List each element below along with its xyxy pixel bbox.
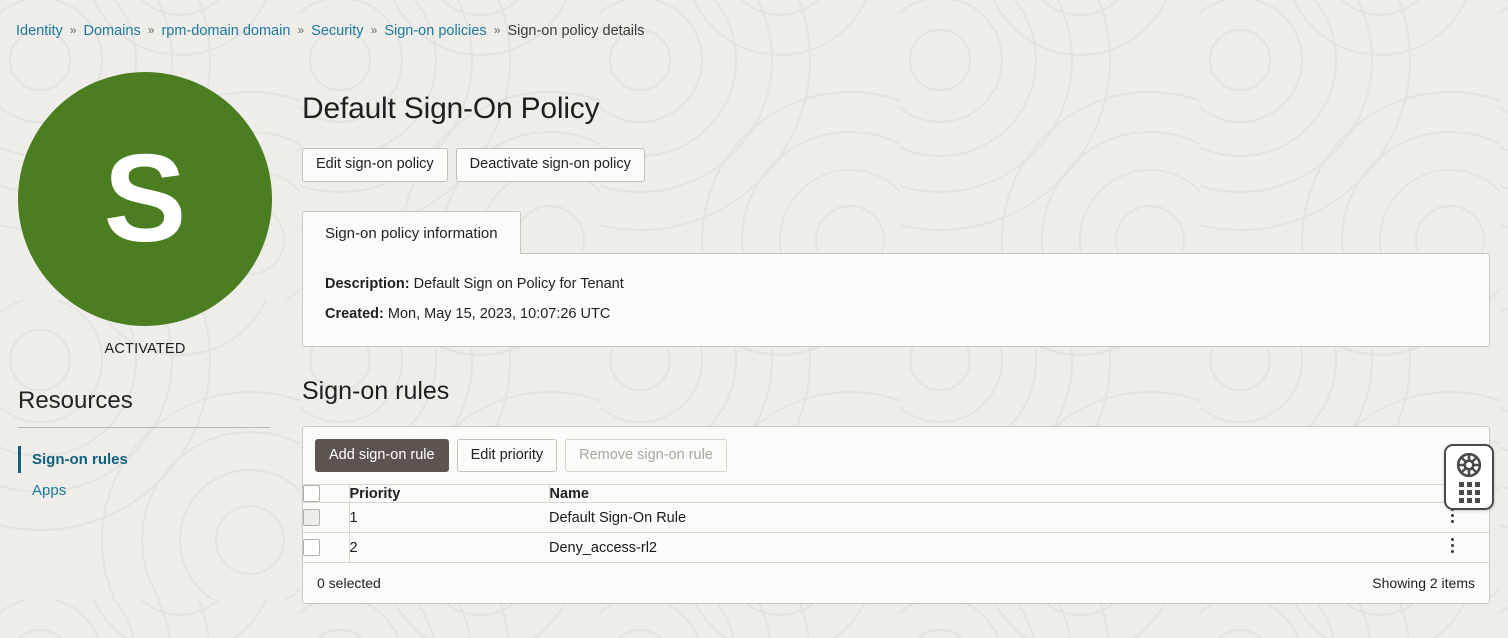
row-actions-cell (1447, 532, 1489, 562)
row-menu-icon[interactable] (1447, 533, 1458, 558)
tab-label: Sign-on policy information (325, 224, 498, 242)
row-select-cell (303, 502, 350, 533)
table-toolbar: Add sign-on rule Edit priority Remove si… (303, 427, 1489, 485)
sidebar-item-sign-on-rules[interactable]: Sign-on rules (0, 444, 290, 475)
sign-on-rules-table-card: Add sign-on rule Edit priority Remove si… (302, 425, 1490, 604)
select-all-header (303, 484, 350, 503)
avatar: S (18, 72, 272, 326)
selected-count: 0 selected (317, 575, 381, 591)
breadcrumb-item-rpm-domain[interactable]: rpm-domain domain (161, 23, 290, 39)
column-header-name[interactable]: Name (549, 484, 1447, 503)
policy-description-line: Description: Default Sign on Policy for … (325, 276, 1467, 292)
row-priority: 2 (349, 532, 549, 562)
resources-title: Resources (18, 387, 133, 414)
tab-bar: Sign-on policy information (302, 210, 1490, 254)
policy-created-label: Created: (325, 305, 384, 322)
breadcrumb-separator: » (69, 23, 77, 37)
life-ring-icon[interactable] (1456, 452, 1482, 478)
showing-count: Showing 2 items (1372, 575, 1475, 591)
policy-description-label: Description: (325, 275, 410, 292)
column-header-priority[interactable]: Priority (349, 484, 550, 503)
sign-on-rules-table: Priority Name 1 Default Sign-On Rule 2 D… (303, 484, 1489, 562)
policy-info-card: Sign-on policy information Description: … (302, 210, 1490, 347)
breadcrumb-item-security[interactable]: Security (311, 23, 363, 39)
tab-sign-on-policy-information[interactable]: Sign-on policy information (302, 210, 521, 254)
policy-created-line: Created: Mon, May 15, 2023, 10:07:26 UTC (325, 306, 1467, 322)
sign-on-rules-heading: Sign-on rules (302, 376, 450, 405)
edit-sign-on-policy-button[interactable]: Edit sign-on policy (302, 148, 448, 182)
sidebar-item-apps[interactable]: Apps (0, 475, 290, 506)
status-badge: ACTIVATED (104, 341, 186, 357)
sidebar-item-label: Apps (32, 482, 67, 499)
row-name: Default Sign-On Rule (549, 502, 1447, 533)
sidebar: S ACTIVATED Resources Sign-on rules Apps (0, 40, 290, 506)
breadcrumb-item-current: Sign-on policy details (507, 23, 645, 39)
sidebar-divider (18, 427, 270, 428)
page-title: Default Sign-On Policy (302, 92, 600, 125)
drag-handle-dots-icon[interactable] (1458, 481, 1480, 503)
sidebar-resource-list: Sign-on rules Apps (0, 444, 290, 506)
row-select-cell (303, 532, 350, 562)
breadcrumb-item-domains[interactable]: Domains (84, 23, 141, 39)
help-widget[interactable] (1444, 444, 1494, 510)
breadcrumb: Identity » Domains » rpm-domain domain »… (0, 0, 1508, 40)
breadcrumb-separator: » (147, 23, 155, 37)
row-checkbox[interactable] (303, 509, 320, 526)
page-action-buttons: Edit sign-on policy Deactivate sign-on p… (302, 148, 1490, 182)
deactivate-sign-on-policy-button[interactable]: Deactivate sign-on policy (455, 148, 645, 182)
tab-panel-sign-on-policy-information: Description: Default Sign on Policy for … (302, 252, 1490, 347)
row-priority: 1 (349, 502, 549, 533)
breadcrumb-item-sign-on-policies[interactable]: Sign-on policies (384, 23, 486, 39)
main-content: Default Sign-On Policy Edit sign-on poli… (290, 40, 1508, 604)
row-name: Deny_access-rl2 (549, 532, 1447, 562)
remove-sign-on-rule-button: Remove sign-on rule (565, 438, 727, 472)
add-sign-on-rule-button[interactable]: Add sign-on rule (315, 438, 449, 472)
policy-created-value: Mon, May 15, 2023, 10:07:26 UTC (387, 305, 611, 322)
table-row[interactable]: 1 Default Sign-On Rule (303, 502, 1489, 533)
table-header-row: Priority Name (303, 484, 1489, 503)
policy-description-value: Default Sign on Policy for Tenant (413, 275, 624, 292)
row-checkbox[interactable] (303, 539, 320, 556)
breadcrumb-item-identity[interactable]: Identity (16, 23, 63, 39)
edit-priority-button[interactable]: Edit priority (456, 438, 558, 472)
table-row[interactable]: 2 Deny_access-rl2 (303, 532, 1489, 562)
avatar-section: S ACTIVATED (0, 40, 290, 357)
breadcrumb-separator: » (297, 23, 305, 37)
table-footer: 0 selected Showing 2 items (303, 562, 1489, 603)
breadcrumb-separator: » (370, 23, 378, 37)
select-all-checkbox[interactable] (303, 485, 320, 502)
breadcrumb-separator: » (493, 23, 501, 37)
sidebar-item-label: Sign-on rules (32, 451, 128, 468)
